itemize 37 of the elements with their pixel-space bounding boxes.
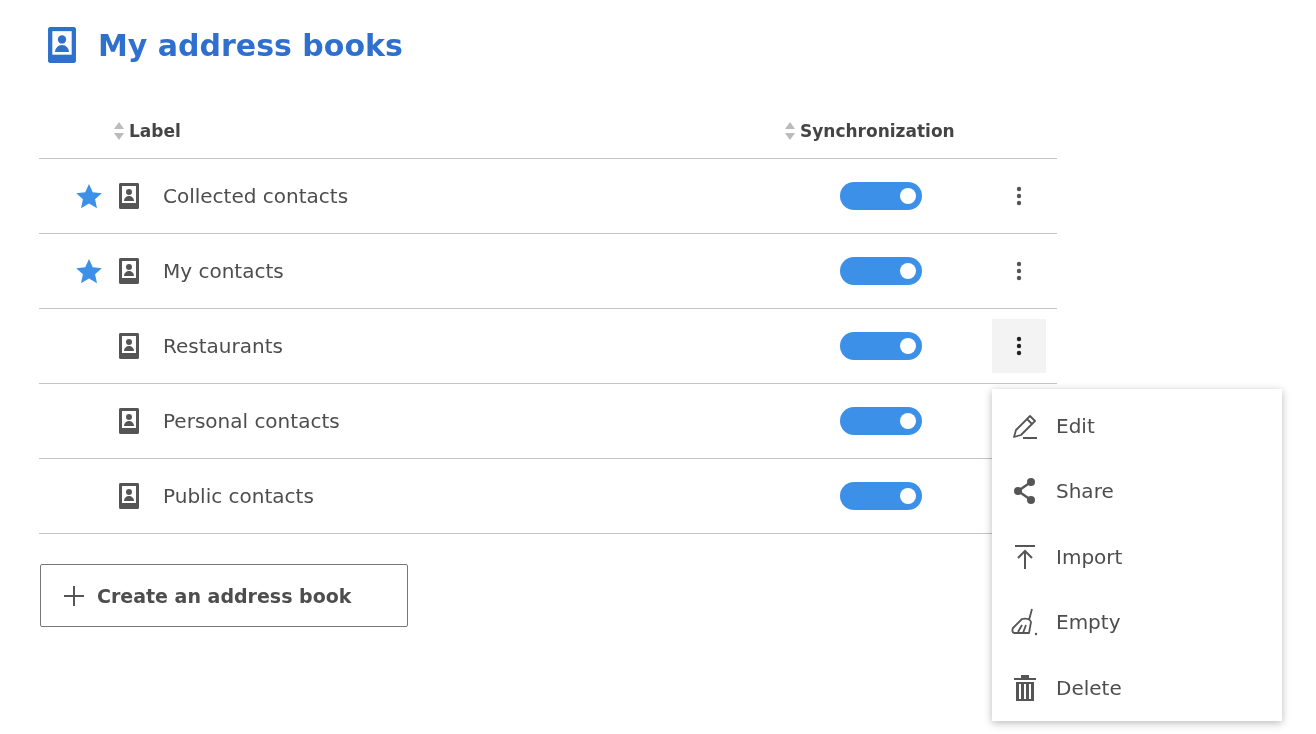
- address-book-name[interactable]: Collected contacts: [163, 184, 840, 208]
- sync-toggle[interactable]: [840, 482, 922, 510]
- sort-icon[interactable]: [113, 121, 125, 141]
- page-title: My address books: [98, 27, 403, 63]
- sync-toggle[interactable]: [840, 257, 922, 285]
- sort-icon[interactable]: [784, 121, 796, 141]
- create-button[interactable]: Create an address book: [40, 564, 408, 627]
- address-book-name[interactable]: My contacts: [163, 259, 840, 283]
- upload-icon: [1012, 542, 1038, 571]
- sync-toggle[interactable]: [840, 182, 922, 210]
- trash-icon: [1013, 673, 1037, 702]
- plus-icon: [63, 584, 85, 607]
- broom-icon: [1010, 607, 1040, 638]
- sync-toggle[interactable]: [840, 407, 922, 435]
- address-book-icon: [119, 408, 139, 434]
- address-book-icon: [119, 183, 139, 209]
- share-icon: [1012, 477, 1038, 506]
- star-icon[interactable]: [76, 258, 102, 284]
- address-book-icon: [119, 483, 139, 509]
- menu-item[interactable]: Import: [992, 524, 1282, 590]
- more-icon: [1016, 186, 1022, 206]
- menu-item[interactable]: Edit: [992, 393, 1282, 459]
- column-header[interactable]: Synchronization: [800, 121, 955, 141]
- address-book-name[interactable]: Public contacts: [163, 484, 840, 508]
- more-icon: [1016, 336, 1022, 356]
- column-header[interactable]: Label: [129, 121, 181, 141]
- menu-item[interactable]: Delete: [992, 655, 1282, 721]
- sync-toggle[interactable]: [840, 332, 922, 360]
- menu-item[interactable]: Share: [992, 458, 1282, 524]
- address-book-name[interactable]: Restaurants: [163, 334, 840, 358]
- address-book-icon: [119, 258, 139, 284]
- address-book-icon: [48, 27, 76, 63]
- address-book-name[interactable]: Personal contacts: [163, 409, 840, 433]
- more-icon: [1016, 261, 1022, 281]
- menu-item[interactable]: Empty: [992, 589, 1282, 655]
- star-icon[interactable]: [76, 183, 102, 209]
- address-book-icon: [119, 333, 139, 359]
